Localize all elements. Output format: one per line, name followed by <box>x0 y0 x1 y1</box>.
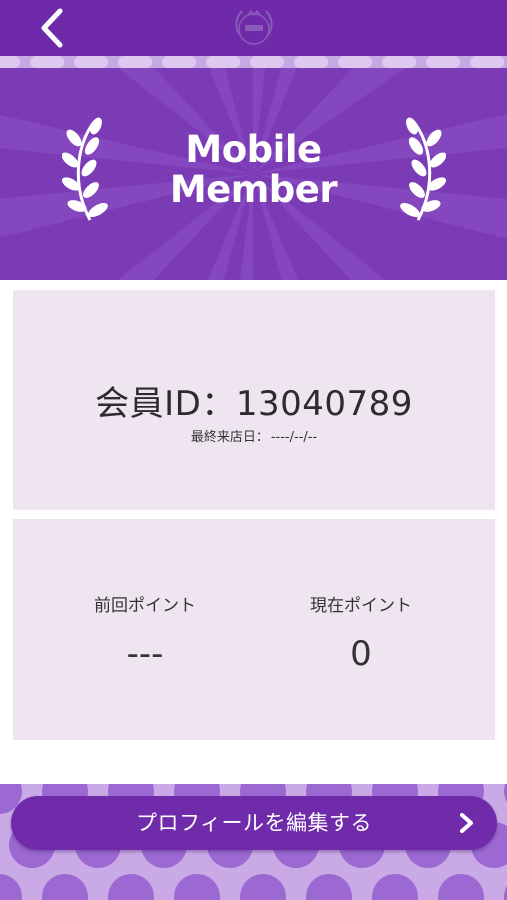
last-visit-value: ----/--/-- <box>270 430 318 445</box>
previous-points-label: 前回ポイント <box>94 596 196 616</box>
current-points-value: 0 <box>350 634 372 674</box>
previous-points-value: --- <box>126 634 164 674</box>
laurel-right-icon <box>396 116 447 226</box>
decorative-stripe-band <box>0 56 507 68</box>
hero-banner: Mobile Member <box>0 68 507 280</box>
edit-profile-label: プロフィールを編集する <box>135 811 373 835</box>
chevron-right-icon <box>460 813 473 833</box>
edit-profile-button[interactable]: プロフィールを編集する <box>11 796 497 850</box>
points-card: 前回ポイント --- 現在ポイント 0 <box>13 519 495 740</box>
crest-logo-icon <box>228 5 280 49</box>
top-navigation-bar <box>0 0 507 56</box>
chevron-left-icon <box>41 8 63 48</box>
last-visit-label: 最終来店日： <box>190 430 269 445</box>
member-id: 会員ID：13040789 <box>95 384 413 424</box>
member-id-card: 会員ID：13040789 最終来店日： ----/--/-- <box>13 290 495 510</box>
current-points-label: 現在ポイント <box>310 596 412 616</box>
previous-points: 前回ポイント --- <box>45 591 245 674</box>
current-points: 現在ポイント 0 <box>261 591 461 674</box>
back-button[interactable] <box>34 6 74 50</box>
last-visit-date: 最終来店日： ----/--/-- <box>13 426 495 445</box>
